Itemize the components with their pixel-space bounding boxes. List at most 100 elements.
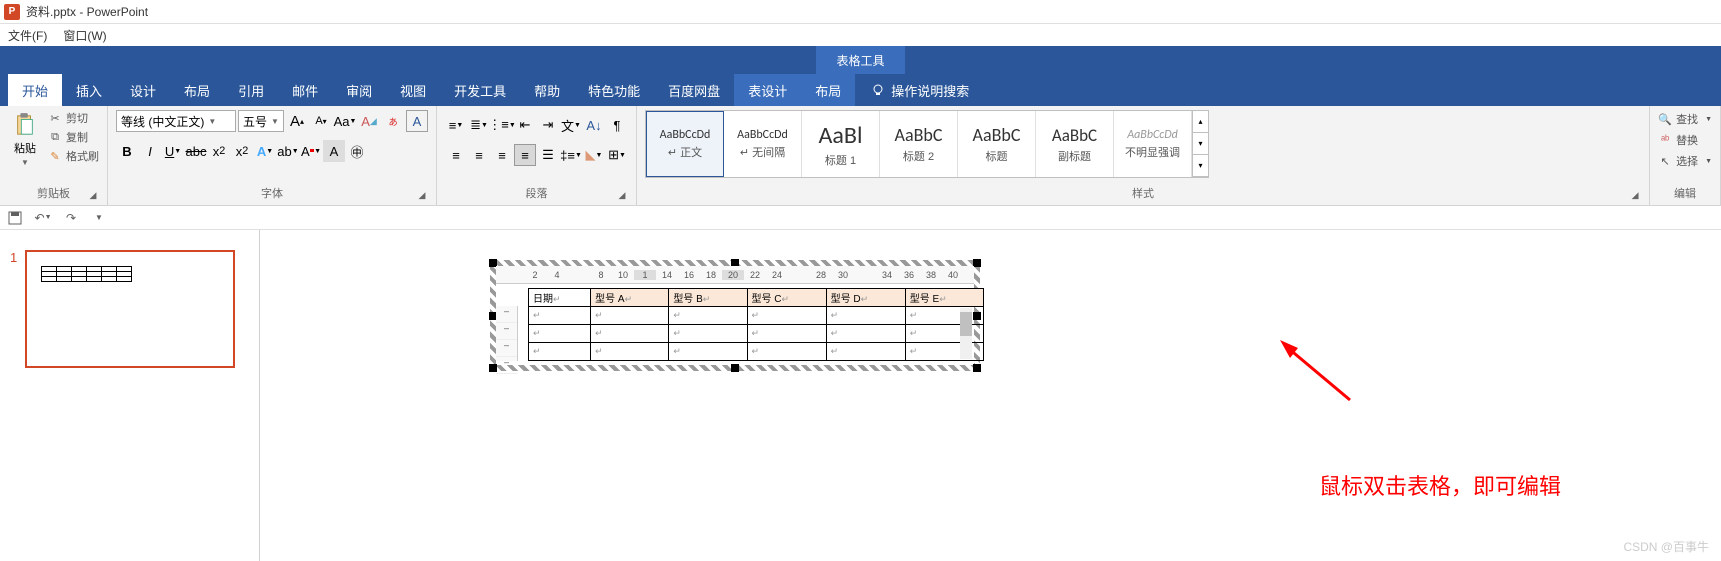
dialog-launcher-icon[interactable]: ◢ [616,190,628,202]
table-cell[interactable]: ↵ [669,325,747,343]
vertical-scrollbar[interactable] [960,308,972,359]
table-header-cell[interactable]: 型号 C↵ [747,289,826,307]
font-family-combo[interactable]: 等线 (中文正文)▼ [116,110,236,132]
ribbon-tab[interactable]: 特色功能 [574,74,654,106]
table-cell[interactable]: ↵ [529,343,591,361]
sort-button[interactable]: A↓ [583,114,605,136]
redo-button[interactable]: ↷ [62,209,80,227]
grow-font-button[interactable]: A▴ [286,110,308,132]
contextual-tab-table-tools[interactable]: 表格工具 [816,46,904,74]
ribbon-tab[interactable]: 开始 [8,74,62,106]
dialog-launcher-icon[interactable]: ◢ [1629,190,1641,202]
character-border-button[interactable]: A [406,110,428,132]
table-cell[interactable]: ↵ [669,307,747,325]
decrease-indent-button[interactable]: ⇤ [514,114,536,136]
show-marks-button[interactable]: ¶ [606,114,628,136]
save-button[interactable] [6,209,24,227]
table-header-cell[interactable]: 型号 E↵ [905,289,983,307]
justify-button[interactable]: ≡ [514,144,536,166]
undo-button[interactable]: ↶▼ [34,209,52,227]
copy-button[interactable]: ⧉复制 [48,129,99,145]
ribbon-tab[interactable]: 布局 [170,74,224,106]
enclose-characters-button[interactable]: ㊥ [346,140,368,162]
slide-canvas[interactable]: ⌐ 248101141618202224283034363840 –––– 日期… [260,230,1721,561]
resize-handle[interactable] [973,259,981,267]
select-button[interactable]: ↖选择▼ [1658,152,1712,170]
table-cell[interactable]: ↵ [747,325,826,343]
horizontal-ruler[interactable]: 248101141618202224283034363840 [496,266,974,284]
superscript-button[interactable]: x2 [231,140,253,162]
table-cell[interactable]: ↵ [826,343,905,361]
format-painter-button[interactable]: ✎格式刷 [48,148,99,164]
ribbon-tab[interactable]: 帮助 [520,74,574,106]
styles-gallery[interactable]: AaBbCcDd↵ 正文AaBbCcDd↵ 无间隔AaBl标题 1AaBbC标题… [645,110,1209,178]
style-item[interactable]: AaBbCcDd↵ 正文 [646,111,724,177]
align-left-button[interactable]: ≡ [445,144,467,166]
borders-button[interactable]: ⊞▼ [606,144,628,166]
table-cell[interactable]: ↵ [669,343,747,361]
dialog-launcher-icon[interactable]: ◢ [416,190,428,202]
gallery-scroll[interactable]: ▴▾▾ [1192,111,1208,177]
font-color-button[interactable]: A▼ [300,140,322,162]
bullets-button[interactable]: ≡▼ [445,114,467,136]
qat-customize-button[interactable]: ▼ [90,209,108,227]
underline-button[interactable]: U▼ [162,140,184,162]
style-item[interactable]: AaBbC标题 2 [880,111,958,177]
resize-handle[interactable] [731,364,739,372]
dialog-launcher-icon[interactable]: ◢ [87,190,99,202]
embedded-word-object[interactable]: ⌐ 248101141618202224283034363840 –––– 日期… [490,260,980,371]
table-cell[interactable]: ↵ [826,325,905,343]
vertical-ruler[interactable]: –––– [496,306,518,361]
table-cell[interactable]: ↵ [747,343,826,361]
ribbon-tab[interactable]: 插入 [62,74,116,106]
distributed-button[interactable]: ☰ [537,144,559,166]
table-header-cell[interactable]: 型号 D↵ [826,289,905,307]
ribbon-tab[interactable]: 设计 [116,74,170,106]
ribbon-tab[interactable]: 视图 [386,74,440,106]
character-shading-button[interactable]: A [323,140,345,162]
style-item[interactable]: AaBbC标题 [958,111,1036,177]
ribbon-tab[interactable]: 百度网盘 [654,74,734,106]
table-header-cell[interactable]: 型号 A↵ [591,289,669,307]
table-cell[interactable]: ↵ [591,307,669,325]
ribbon-tab[interactable]: 表设计 [734,74,801,106]
style-item[interactable]: AaBbCcDd不明显强调 [1114,111,1192,177]
table-header-cell[interactable]: 型号 B↵ [669,289,747,307]
table-cell[interactable]: ↵ [529,325,591,343]
table-cell[interactable]: ↵ [591,343,669,361]
ribbon-tab[interactable]: 邮件 [278,74,332,106]
slide-thumbnail[interactable]: 1 [10,250,249,368]
shrink-font-button[interactable]: A▾ [310,110,332,132]
align-center-button[interactable]: ≡ [468,144,490,166]
ribbon-tab[interactable]: 开发工具 [440,74,520,106]
table-header-cell[interactable]: 日期↵ [529,289,591,307]
table-cell[interactable]: ↵ [747,307,826,325]
menu-file[interactable]: 文件(F) [8,27,47,44]
style-item[interactable]: AaBl标题 1 [802,111,880,177]
text-direction-button[interactable]: 文▼ [560,114,582,136]
subscript-button[interactable]: x2 [208,140,230,162]
italic-button[interactable]: I [139,140,161,162]
ribbon-tab[interactable]: 引用 [224,74,278,106]
font-size-combo[interactable]: 五号▼ [238,110,284,132]
phonetic-guide-button[interactable]: ぁ [382,110,404,132]
increase-indent-button[interactable]: ⇥ [537,114,559,136]
table-cell[interactable]: ↵ [826,307,905,325]
strikethrough-button[interactable]: abc [185,140,207,162]
paste-button[interactable]: 粘贴 ▼ [8,110,42,169]
menu-window[interactable]: 窗口(W) [63,27,106,44]
cut-button[interactable]: ✂剪切 [48,110,99,126]
shading-button[interactable]: ◣▼ [583,144,605,166]
tell-me-search[interactable]: 操作说明搜索 [871,81,969,100]
find-button[interactable]: 🔍查找▼ [1658,110,1712,128]
style-item[interactable]: AaBbC副标题 [1036,111,1114,177]
ribbon-tab[interactable]: 布局 [801,74,855,106]
resize-handle[interactable] [973,364,981,372]
table-cell[interactable]: ↵ [529,307,591,325]
slide-thumbnail-pane[interactable]: 1 [0,230,260,561]
style-item[interactable]: AaBbCcDd↵ 无间隔 [724,111,802,177]
text-effects-button[interactable]: A▼ [254,140,276,162]
numbering-button[interactable]: ≣▼ [468,114,490,136]
replace-button[interactable]: ᵃᵇ替换 [1658,131,1712,149]
highlight-button[interactable]: ab▼ [277,140,299,162]
